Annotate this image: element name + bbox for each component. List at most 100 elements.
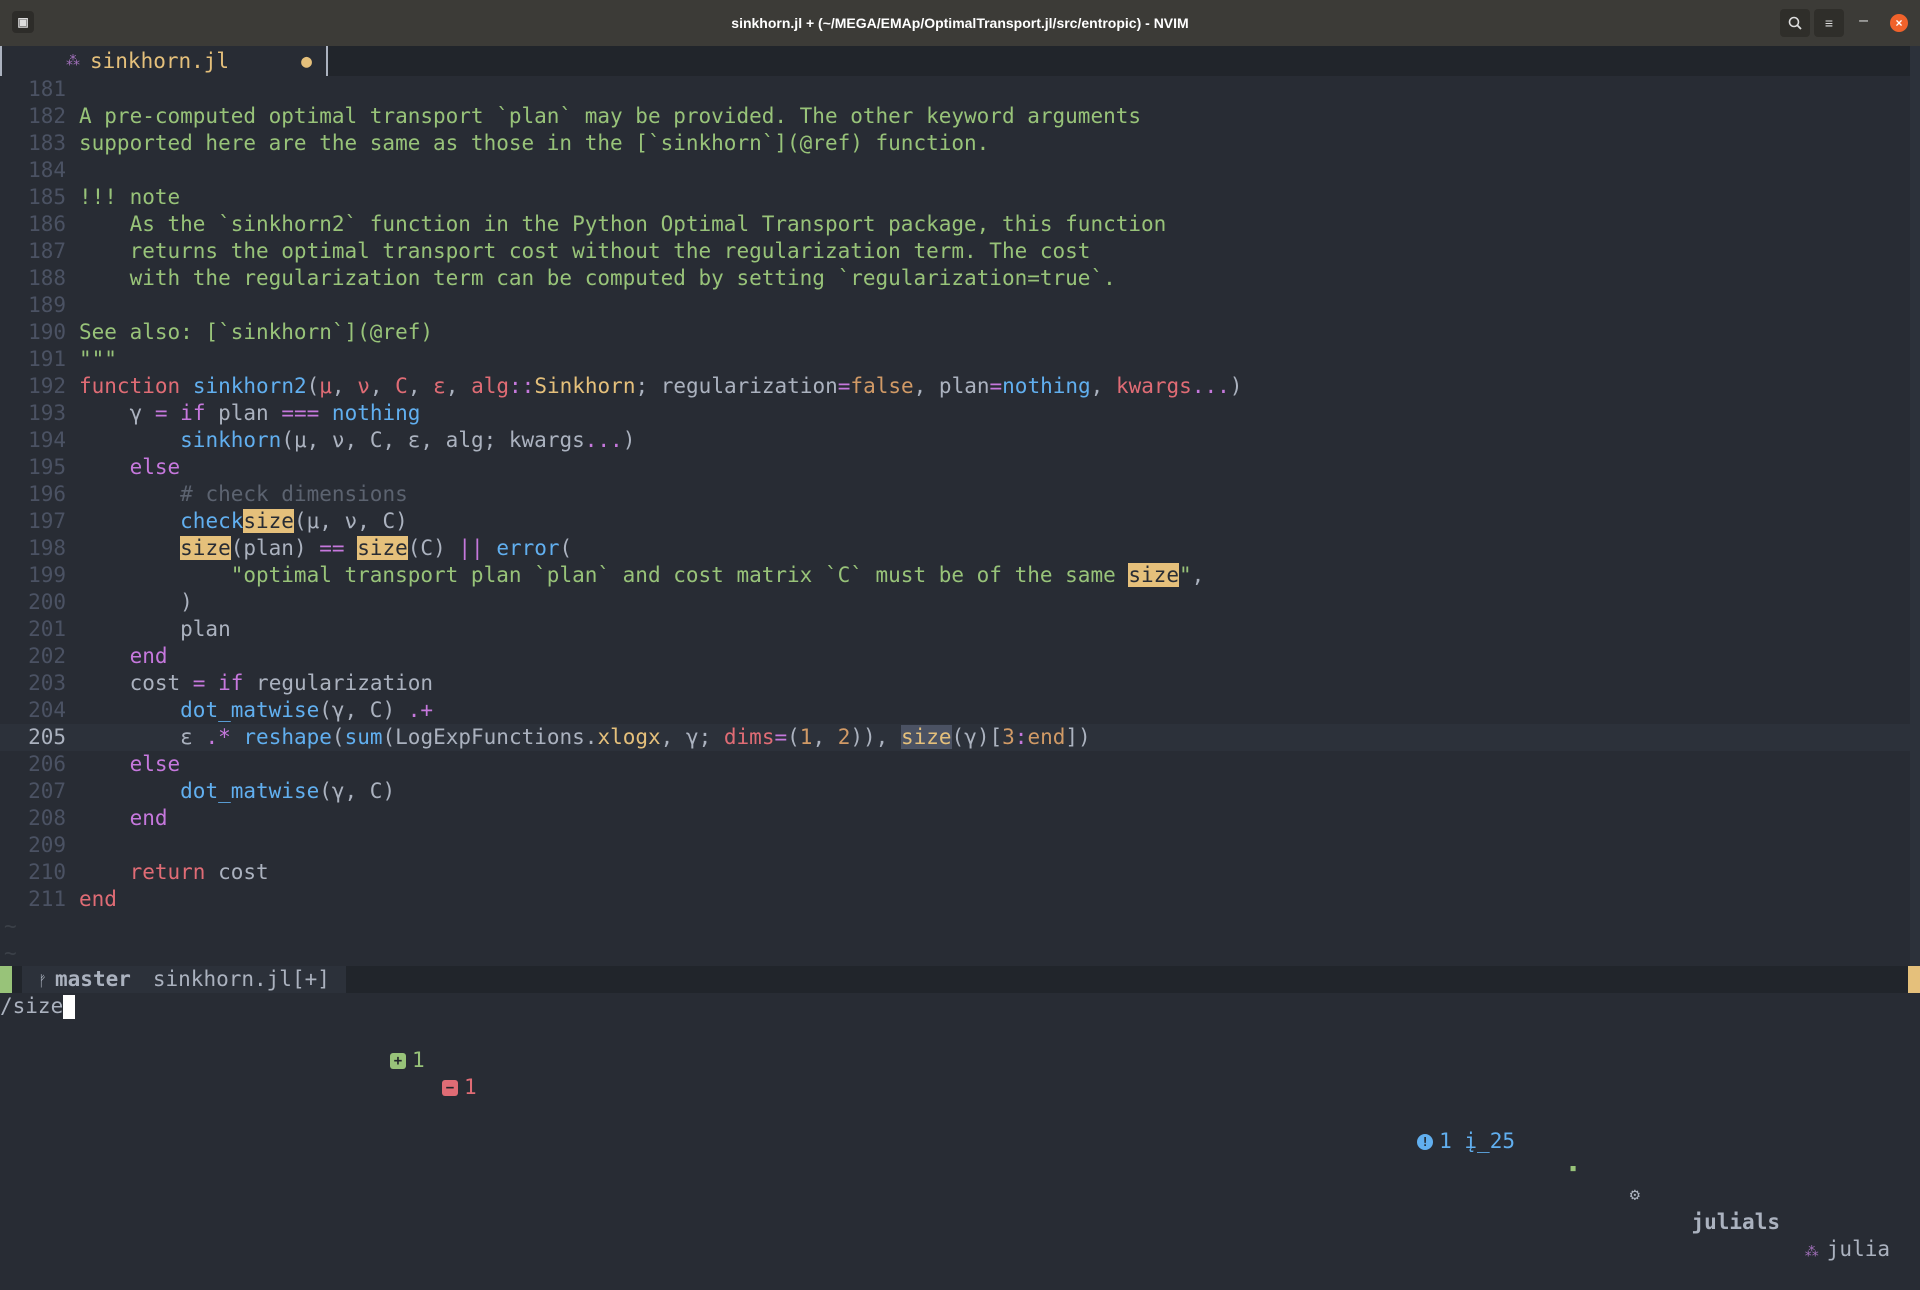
keyword-function: function — [79, 374, 181, 398]
line-number: 190 — [28, 320, 66, 344]
line-number: 204 — [28, 698, 66, 722]
search-match: size — [357, 536, 408, 560]
code-line[interactable]: 208 end — [0, 805, 1910, 832]
code-text: with the regularization term can be comp… — [79, 266, 1116, 290]
code-text: ) — [79, 590, 193, 614]
git-branch-section: ᚠ master sinkhorn.jl[+] — [22, 966, 346, 993]
code-text: supported here are the same as those in … — [79, 131, 990, 155]
code-line[interactable]: 203 cost = if regularization — [0, 670, 1910, 697]
command-line[interactable]: /size — [0, 993, 76, 1020]
lsp-status-icon: ▪ — [1569, 1161, 1577, 1176]
code-line[interactable]: 190 See also: [`sinkhorn`](@ref) — [0, 319, 1910, 346]
empty-line-marker: ~ — [4, 914, 17, 938]
diagnostics-info: ! 1 į_25 — [1417, 1128, 1515, 1155]
code-line[interactable]: 191 """ — [0, 346, 1910, 373]
cursor — [63, 995, 76, 1019]
git-removed-count: −1 — [442, 1074, 477, 1101]
line-number: 211 — [28, 887, 66, 911]
statusline: ᚠ master sinkhorn.jl[+] +1 −1 ! 1 į_25 ▪ ⚙ … — [0, 966, 1920, 1261]
line-number: 208 — [28, 806, 66, 830]
window-titlebar: ▣ sinkhorn.jl + (~/MEGA/EMAp/OptimalTran… — [0, 0, 1920, 46]
modified-indicator: ● — [301, 50, 312, 72]
code-text: A pre-computed optimal transport `plan` … — [79, 104, 1142, 128]
code-line[interactable]: 207 dot_matwise(γ, C) — [0, 778, 1910, 805]
code-text: """ — [79, 347, 117, 371]
search-icon[interactable] — [1780, 9, 1810, 37]
line-number: 188 — [28, 266, 66, 290]
code-line-current[interactable]: 205 ε .* reshape(sum(LogExpFunctions.xlo… — [0, 724, 1910, 751]
line-number: 194 — [28, 428, 66, 452]
window-title: sinkhorn.jl + (~/MEGA/EMAp/OptimalTransp… — [731, 15, 1189, 31]
search-match: size — [180, 536, 231, 560]
code-text: plan — [79, 617, 231, 641]
lsp-progress-icon: į_ — [1464, 1129, 1490, 1153]
code-line[interactable]: 184 — [0, 157, 1910, 184]
code-line[interactable]: 198 size(plan) == size(C) || error( — [0, 535, 1910, 562]
line-number: 183 — [28, 131, 66, 155]
search-match: size — [1128, 563, 1179, 587]
tabline: ⁂ sinkhorn.jl ● — [0, 46, 1920, 76]
line-number: 184 — [28, 158, 66, 182]
hamburger-menu-icon[interactable]: ≡ — [1814, 9, 1844, 37]
close-button[interactable]: × — [1890, 14, 1908, 32]
code-line[interactable]: 181 — [0, 76, 1910, 103]
code-line[interactable]: 197 checksize(μ, ν, C) — [0, 508, 1910, 535]
code-line[interactable]: 182 A pre-computed optimal transport `pla… — [0, 103, 1910, 130]
code-line[interactable]: 188 with the regularization term can be … — [0, 265, 1910, 292]
code-line[interactable]: 201 plan — [0, 616, 1910, 643]
filetype: ⁂ julia — [1804, 1237, 1890, 1261]
git-branch-name: master — [55, 967, 131, 991]
code-line[interactable]: 185 !!! note — [0, 184, 1910, 211]
empty-line-marker: ~ — [4, 941, 17, 965]
julia-file-icon: ⁂ — [66, 53, 80, 69]
code-line[interactable]: 206 else — [0, 751, 1910, 778]
code-line[interactable]: 187 returns the optimal transport cost w… — [0, 238, 1910, 265]
code-line[interactable]: 210 return cost — [0, 859, 1910, 886]
code-line[interactable]: 189 — [0, 292, 1910, 319]
line-number: 197 — [28, 509, 66, 533]
app-menu-icon[interactable]: ▣ — [12, 11, 34, 33]
status-filename: sinkhorn.jl[+] — [152, 967, 330, 991]
buffer-tab[interactable]: ⁂ sinkhorn.jl ● — [0, 46, 328, 76]
code-line[interactable]: 202 end — [0, 643, 1910, 670]
code-line[interactable]: 204 dot_matwise(γ, C) .+ — [0, 697, 1910, 724]
lsp-server-name: julials — [1691, 1210, 1780, 1234]
code-line[interactable]: 192 function sinkhorn2(μ, ν, C, ε, alg::S… — [0, 373, 1910, 400]
info-icon: ! — [1417, 1134, 1434, 1150]
line-number: 186 — [28, 212, 66, 236]
code-line[interactable]: 199 "optimal transport plan `plan` and c… — [0, 562, 1910, 589]
line-number: 196 — [28, 482, 66, 506]
scrollbar[interactable] — [1910, 46, 1920, 976]
editor-buffer[interactable]: 181 182 A pre-computed optimal transport … — [0, 76, 1910, 967]
code-line[interactable]: 194 sinkhorn(μ, ν, C, ε, alg; kwargs...) — [0, 427, 1910, 454]
search-match-current: size — [900, 725, 952, 749]
tab-filename: sinkhorn.jl — [90, 49, 230, 73]
line-number: 187 — [28, 239, 66, 263]
function-name: sinkhorn2 — [192, 374, 307, 398]
line-number: 210 — [28, 860, 66, 884]
line-number: 206 — [28, 752, 66, 776]
git-branch-icon: ᚠ — [38, 972, 48, 990]
code-line[interactable]: 186 As the `sinkhorn2` function in the P… — [0, 211, 1910, 238]
search-match: size — [243, 509, 294, 533]
line-number: 198 — [28, 536, 66, 560]
code-text: As the `sinkhorn2` function in the Pytho… — [79, 212, 1167, 236]
line-number: 199 — [28, 563, 66, 587]
line-number: 205 — [28, 725, 66, 749]
code-text: !!! note — [79, 185, 181, 209]
code-line[interactable]: 183 supported here are the same as those … — [0, 130, 1910, 157]
code-line[interactable]: 195 else — [0, 454, 1910, 481]
code-line[interactable]: 209 — [0, 832, 1910, 859]
line-number: 192 — [28, 374, 66, 398]
command-text: /size — [0, 994, 64, 1018]
code-line[interactable]: 211 end — [0, 886, 1910, 913]
code-line[interactable]: 193 γ = if plan === nothing — [0, 400, 1910, 427]
line-number: 189 — [28, 293, 66, 317]
minus-icon: − — [442, 1080, 458, 1096]
minimize-button[interactable]: – — [1859, 12, 1868, 30]
code-line[interactable]: 200 ) — [0, 589, 1910, 616]
gear-icon: ⚙ — [1629, 1185, 1640, 1205]
line-number: 207 — [28, 779, 66, 803]
code-line[interactable]: 196 # check dimensions — [0, 481, 1910, 508]
line-number: 185 — [28, 185, 66, 209]
